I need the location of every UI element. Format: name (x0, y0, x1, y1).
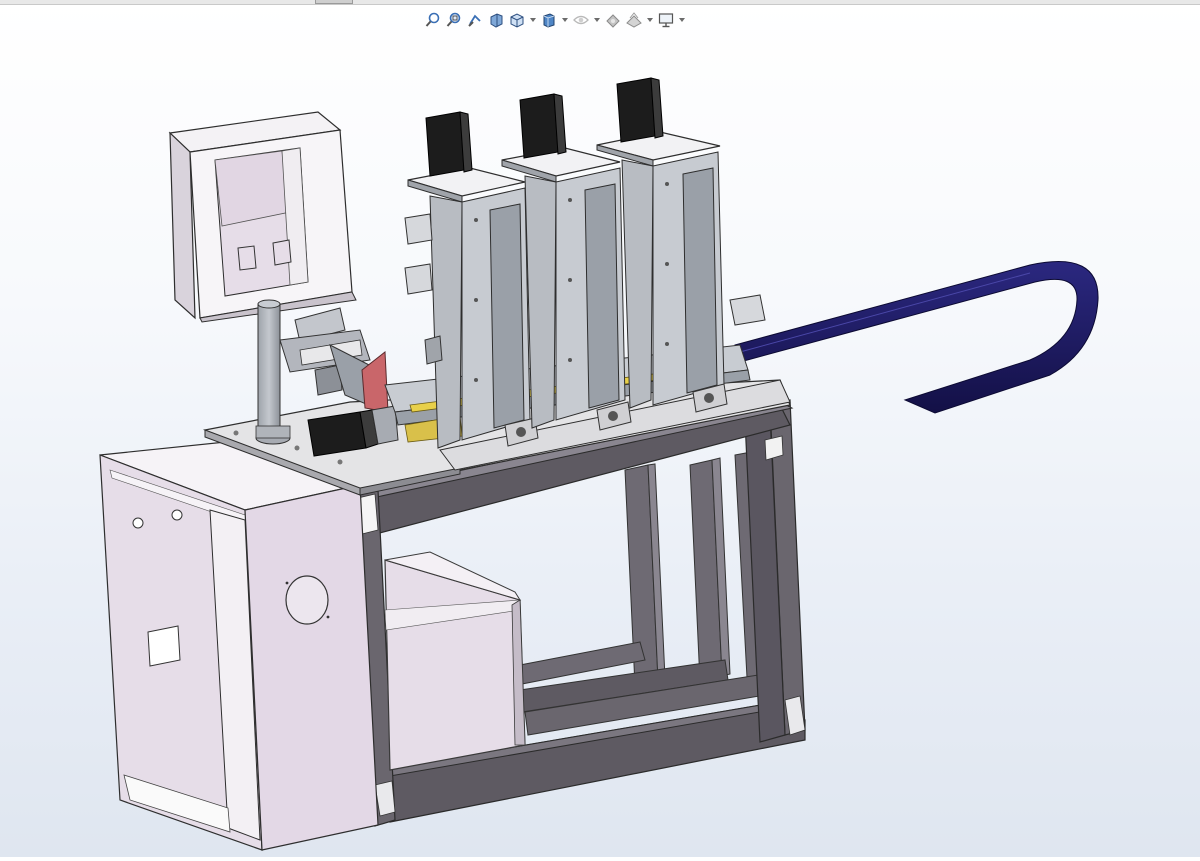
heads-up-view-toolbar (424, 9, 686, 31)
section-view-icon[interactable] (487, 11, 505, 29)
view-orientation-dropdown-icon[interactable] (529, 11, 537, 29)
previous-view-icon[interactable] (466, 11, 484, 29)
display-style-dropdown-icon[interactable] (561, 11, 569, 29)
apply-scene-dropdown-icon[interactable] (646, 11, 654, 29)
window-top-strip (0, 0, 1200, 5)
document-tab[interactable] (315, 0, 353, 4)
view-settings-dropdown-icon[interactable] (678, 11, 686, 29)
machine-model-3d-view (99, 77, 1099, 851)
view-orientation-icon[interactable] (508, 11, 526, 29)
edit-appearance-icon[interactable] (604, 11, 622, 29)
control-cabinet[interactable] (99, 439, 379, 851)
display-style-icon[interactable] (540, 11, 558, 29)
apply-scene-icon[interactable] (625, 11, 643, 29)
view-settings-icon[interactable] (657, 11, 675, 29)
cable-drag-chain[interactable] (734, 261, 1099, 414)
hmi-box[interactable] (168, 111, 357, 323)
graphics-area[interactable] (0, 30, 1200, 857)
hide-show-dropdown-icon[interactable] (593, 11, 601, 29)
gripper-arm-assembly[interactable] (279, 307, 389, 413)
hide-show-items-icon[interactable] (572, 11, 590, 29)
zoom-to-fit-icon[interactable] (424, 11, 442, 29)
zoom-to-area-icon[interactable] (445, 11, 463, 29)
electrical-enclosure-box[interactable] (384, 551, 526, 771)
